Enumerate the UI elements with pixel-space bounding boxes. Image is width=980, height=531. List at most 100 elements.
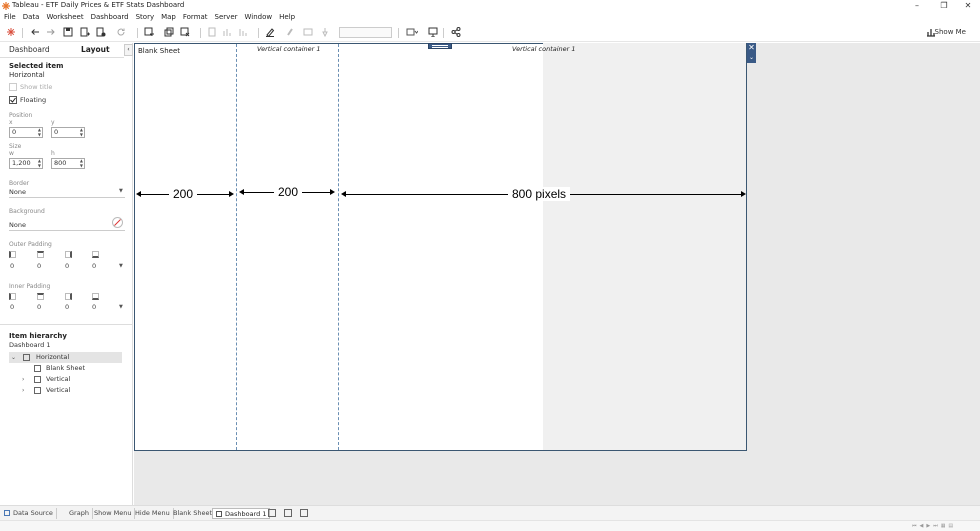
spinner-arrows-icon[interactable]: ▲ ▼ [38,127,41,137]
dimension-label-1: 200 [169,187,198,201]
inner-padding-right[interactable]: 0 [65,303,69,311]
redo-icon[interactable] [46,27,56,37]
tab-data-source[interactable]: Data Source [1,508,57,519]
new-story-tab-icon[interactable] [300,509,308,517]
y-position-input[interactable]: 0 ▲ ▼ [51,127,85,138]
show-me-button[interactable]: Show Me [935,28,966,36]
hierarchy-item-label: Vertical [46,375,71,383]
spinner-arrows-icon[interactable]: ▲ ▼ [38,158,41,168]
outer-padding-right[interactable]: 0 [65,262,69,270]
menu-data[interactable]: Data [19,12,43,22]
save-icon[interactable] [63,27,73,37]
inner-padding-bottom[interactable]: 0 [92,303,96,311]
sheet-navigation-icons[interactable]: ⏮◀▶⏭▦▤ [912,523,956,529]
tab-label: Data Source [13,509,53,517]
toolbar-separator [258,28,259,38]
padding-right-icon [65,293,72,300]
sort-descending-icon[interactable] [238,27,248,37]
menu-dashboard[interactable]: Dashboard [87,12,132,22]
swap-rows-columns-icon[interactable] [207,27,217,37]
restore-button[interactable]: ❐ [934,0,954,11]
new-worksheet-tab-icon[interactable] [268,509,276,517]
undo-icon[interactable] [30,27,40,37]
new-data-source-icon[interactable] [80,27,90,37]
window-title: Tableau - ETF Daily Prices & ETF Stats D… [12,1,185,9]
outer-padding-label: Outer Padding [9,241,52,248]
duplicate-sheet-icon[interactable] [164,27,174,37]
fix-axes-icon[interactable] [320,27,330,38]
expand-chevron-icon[interactable]: ⌄ [11,352,16,363]
border-dropdown-underline [9,197,125,198]
remove-container-button[interactable]: ✕ [747,43,756,53]
x-position-input[interactable]: 0 ▲ ▼ [9,127,43,138]
h-label: h [51,150,55,157]
menu-worksheet[interactable]: Worksheet [42,12,86,22]
outer-padding-top[interactable]: 0 [37,262,41,270]
outer-padding-dropdown-icon[interactable]: ▼ [119,263,123,269]
presentation-mode-icon[interactable] [428,27,438,38]
tab-blank-sheet[interactable]: Blank Sheet [170,508,216,519]
new-worksheet-icon[interactable] [144,27,154,37]
clear-sheet-icon[interactable] [180,27,190,37]
menu-server[interactable]: Server [211,12,241,22]
background-color-swatch-icon[interactable] [112,217,123,228]
more-options-button[interactable]: ⌄ [747,53,756,63]
x-label: x [9,119,13,126]
show-mark-labels-icon[interactable] [303,27,313,37]
collapse-pane-button[interactable]: ‹ [124,44,133,56]
sort-ascending-icon[interactable] [222,27,232,37]
menu-format[interactable]: Format [179,12,211,22]
tab-graph[interactable]: Graph [66,508,93,519]
hierarchy-item-vertical[interactable]: › Vertical [9,385,122,396]
container-divider-1[interactable] [236,44,237,450]
expand-chevron-icon[interactable]: › [22,385,24,396]
hierarchy-item-label: Vertical [46,386,71,394]
tab-dashboard-1[interactable]: Dashboard 1 [212,508,271,519]
expand-chevron-icon[interactable]: › [22,374,24,385]
outer-padding-bottom[interactable]: 0 [92,262,96,270]
floating-checkbox[interactable] [9,96,17,104]
tab-dashboard[interactable]: Dashboard [9,45,50,54]
hierarchy-item-horizontal[interactable]: ⌄ Horizontal [9,352,122,363]
x-position-value: 0 [12,128,17,136]
hierarchy-item-vertical[interactable]: › Vertical [9,374,122,385]
hierarchy-item-blank-sheet[interactable]: Blank Sheet [9,363,122,374]
spinner-arrows-icon[interactable]: ▲ ▼ [80,158,83,168]
background-value[interactable]: None [9,221,26,229]
tableau-home-icon[interactable] [6,27,16,37]
show-cards-icon[interactable] [406,27,419,37]
border-dropdown-icon[interactable]: ▼ [119,188,123,194]
menu-story[interactable]: Story [132,12,158,22]
group-members-icon[interactable] [285,27,295,37]
width-input[interactable]: 1,200 ▲ ▼ [9,158,43,169]
new-dashboard-tab-icon[interactable] [284,509,292,517]
share-icon[interactable] [451,27,461,37]
minimize-button[interactable]: – [907,0,927,11]
blank-sheet-title: Blank Sheet [138,47,180,55]
tab-layout[interactable]: Layout [81,45,110,54]
fit-dropdown[interactable] [339,27,392,38]
inner-padding-top[interactable]: 0 [37,303,41,311]
pause-updates-icon[interactable] [96,27,106,37]
close-window-button[interactable]: ✕ [958,0,978,11]
spinner-arrows-icon[interactable]: ▲ ▼ [80,127,83,137]
menu-map[interactable]: Map [157,12,179,22]
container-divider-2[interactable] [338,44,339,450]
height-input[interactable]: 800 ▲ ▼ [51,158,85,169]
border-label: Border [9,180,30,187]
container-move-handle[interactable] [428,43,452,49]
padding-left-icon [9,251,16,258]
dashboard-icon [216,511,222,517]
menu-help[interactable]: Help [275,12,298,22]
highlight-icon[interactable] [265,27,275,38]
outer-padding-left[interactable]: 0 [10,262,14,270]
inner-padding-left[interactable]: 0 [10,303,14,311]
menu-file[interactable]: File [0,12,19,22]
border-value[interactable]: None [9,188,26,196]
inner-padding-dropdown-icon[interactable]: ▼ [119,304,123,310]
tab-show-menu[interactable]: Show Menu [91,508,136,519]
refresh-icon[interactable] [116,27,126,37]
menu-window[interactable]: Window [241,12,276,22]
show-title-checkbox[interactable] [9,83,17,91]
tab-hide-menu[interactable]: Hide Menu [132,508,174,519]
